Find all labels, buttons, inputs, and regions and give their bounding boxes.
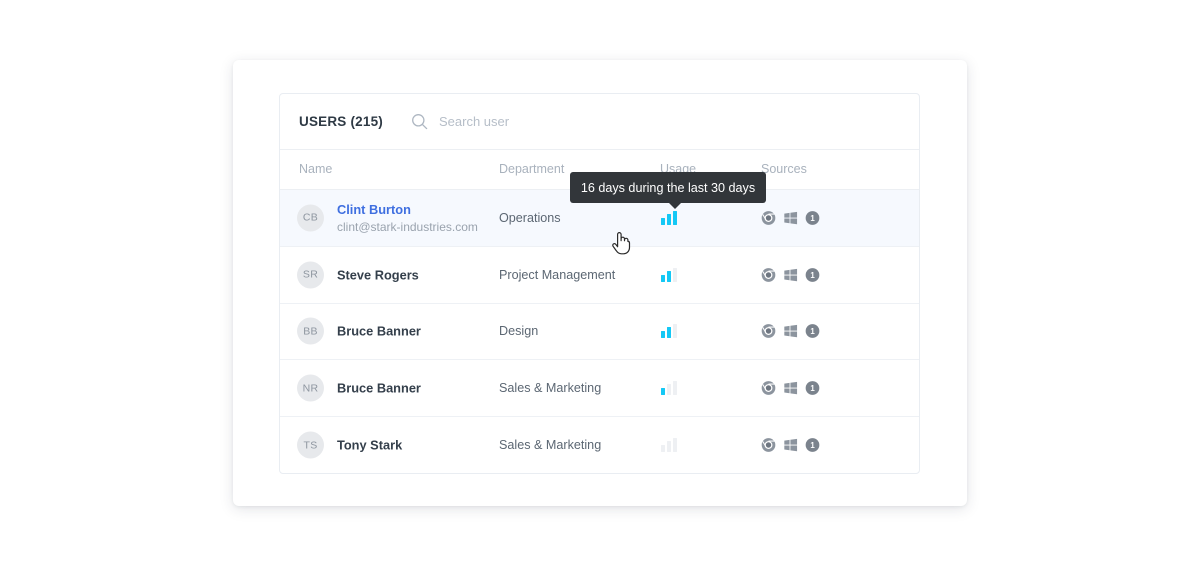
avatar: BB [297, 317, 324, 345]
usage-bar [661, 445, 665, 453]
svg-text:1: 1 [810, 214, 815, 223]
chrome-icon [761, 381, 776, 396]
user-name[interactable]: Steve Rogers [337, 266, 419, 283]
user-name[interactable]: Tony Stark [337, 436, 402, 453]
users-table-body: CB Clint Burton clint@stark-industries.com… [280, 190, 919, 473]
svg-text:1: 1 [810, 271, 815, 280]
svg-text:1: 1 [810, 441, 815, 450]
users-card: USERS (215) Name Department Usage Source… [279, 93, 920, 474]
user-name-cell: Tony Stark [337, 436, 402, 453]
svg-text:1: 1 [810, 384, 815, 393]
user-name-cell: Steve Rogers [337, 266, 419, 283]
user-department: Project Management [499, 267, 616, 282]
badge-one-icon: 1 [805, 267, 820, 282]
windows-icon [784, 211, 798, 225]
chrome-icon [761, 438, 776, 452]
usage-bar [673, 438, 677, 453]
usage-bar [661, 331, 665, 339]
usage-bar [661, 217, 665, 225]
usage-bar [673, 381, 677, 396]
usage-bar-chart[interactable] [661, 324, 677, 339]
badge-one-icon: 1 [805, 381, 820, 396]
table-row[interactable]: NR Bruce Banner Sales & Marketing 1 [280, 360, 919, 418]
sources-cell: 1 [761, 324, 820, 339]
table-row[interactable]: BB Bruce Banner Design 1 [280, 304, 919, 361]
user-name-cell: Bruce Banner [337, 323, 421, 340]
usage-tooltip: 16 days during the last 30 days [570, 172, 766, 203]
avatar: NR [297, 374, 324, 402]
sources-cell: 1 [761, 438, 820, 453]
svg-text:1: 1 [810, 328, 815, 337]
sources-cell: 1 [761, 381, 820, 396]
usage-bar-chart[interactable] [661, 438, 677, 453]
column-header-sources: Sources [761, 162, 807, 176]
user-department: Design [499, 324, 539, 339]
search-input[interactable] [438, 114, 659, 129]
user-name[interactable]: Bruce Banner [337, 323, 421, 340]
windows-icon [784, 268, 798, 281]
user-name[interactable]: Bruce Banner [337, 380, 421, 397]
table-row[interactable]: TS Tony Stark Sales & Marketing 1 [280, 417, 919, 473]
usage-bar-chart[interactable] [661, 210, 677, 225]
screen: USERS (215) Name Department Usage Source… [0, 0, 1200, 569]
column-header-name: Name [299, 162, 333, 176]
usage-bar-chart[interactable] [661, 381, 677, 396]
card-header: USERS (215) [280, 94, 919, 150]
usage-bar [673, 324, 677, 339]
windows-icon [784, 325, 798, 338]
avatar: TS [297, 431, 324, 459]
avatar: CB [297, 204, 324, 232]
badge-one-icon: 1 [805, 324, 820, 339]
user-department: Sales & Marketing [499, 438, 602, 453]
usage-bar [667, 441, 671, 453]
user-department: Operations [499, 210, 561, 225]
usage-bar [667, 384, 671, 396]
usage-bar [667, 327, 671, 339]
usage-tooltip-arrow [668, 202, 682, 209]
windows-icon [784, 382, 798, 395]
column-header-department: Department [499, 162, 565, 176]
search-box[interactable] [411, 113, 659, 130]
sources-cell: 1 [761, 267, 820, 282]
page-title: USERS (215) [299, 114, 383, 129]
badge-one-icon: 1 [805, 438, 820, 452]
badge-one-icon: 1 [805, 211, 820, 225]
usage-bar [667, 213, 671, 225]
user-name-cell: Clint Burton clint@stark-industries.com [337, 201, 478, 235]
search-icon [412, 114, 428, 130]
sources-cell: 1 [761, 210, 820, 225]
chrome-icon [761, 324, 776, 339]
mouse-cursor-pointer [612, 232, 631, 255]
chrome-icon [761, 211, 776, 225]
chrome-icon [761, 267, 776, 282]
usage-bar-chart[interactable] [661, 267, 677, 282]
user-department: Sales & Marketing [499, 381, 602, 396]
usage-bar [673, 210, 677, 225]
user-name-cell: Bruce Banner [337, 380, 421, 397]
usage-bar [673, 267, 677, 282]
user-name[interactable]: Clint Burton [337, 201, 478, 218]
usage-bar [661, 388, 665, 396]
user-email: clint@stark-industries.com [337, 219, 478, 234]
table-row[interactable]: SR Steve Rogers Project Management 1 [280, 247, 919, 304]
users-panel: USERS (215) Name Department Usage Source… [233, 60, 967, 506]
usage-bar [667, 270, 671, 282]
usage-bar [661, 274, 665, 282]
avatar: SR [297, 261, 324, 289]
windows-icon [784, 438, 798, 452]
